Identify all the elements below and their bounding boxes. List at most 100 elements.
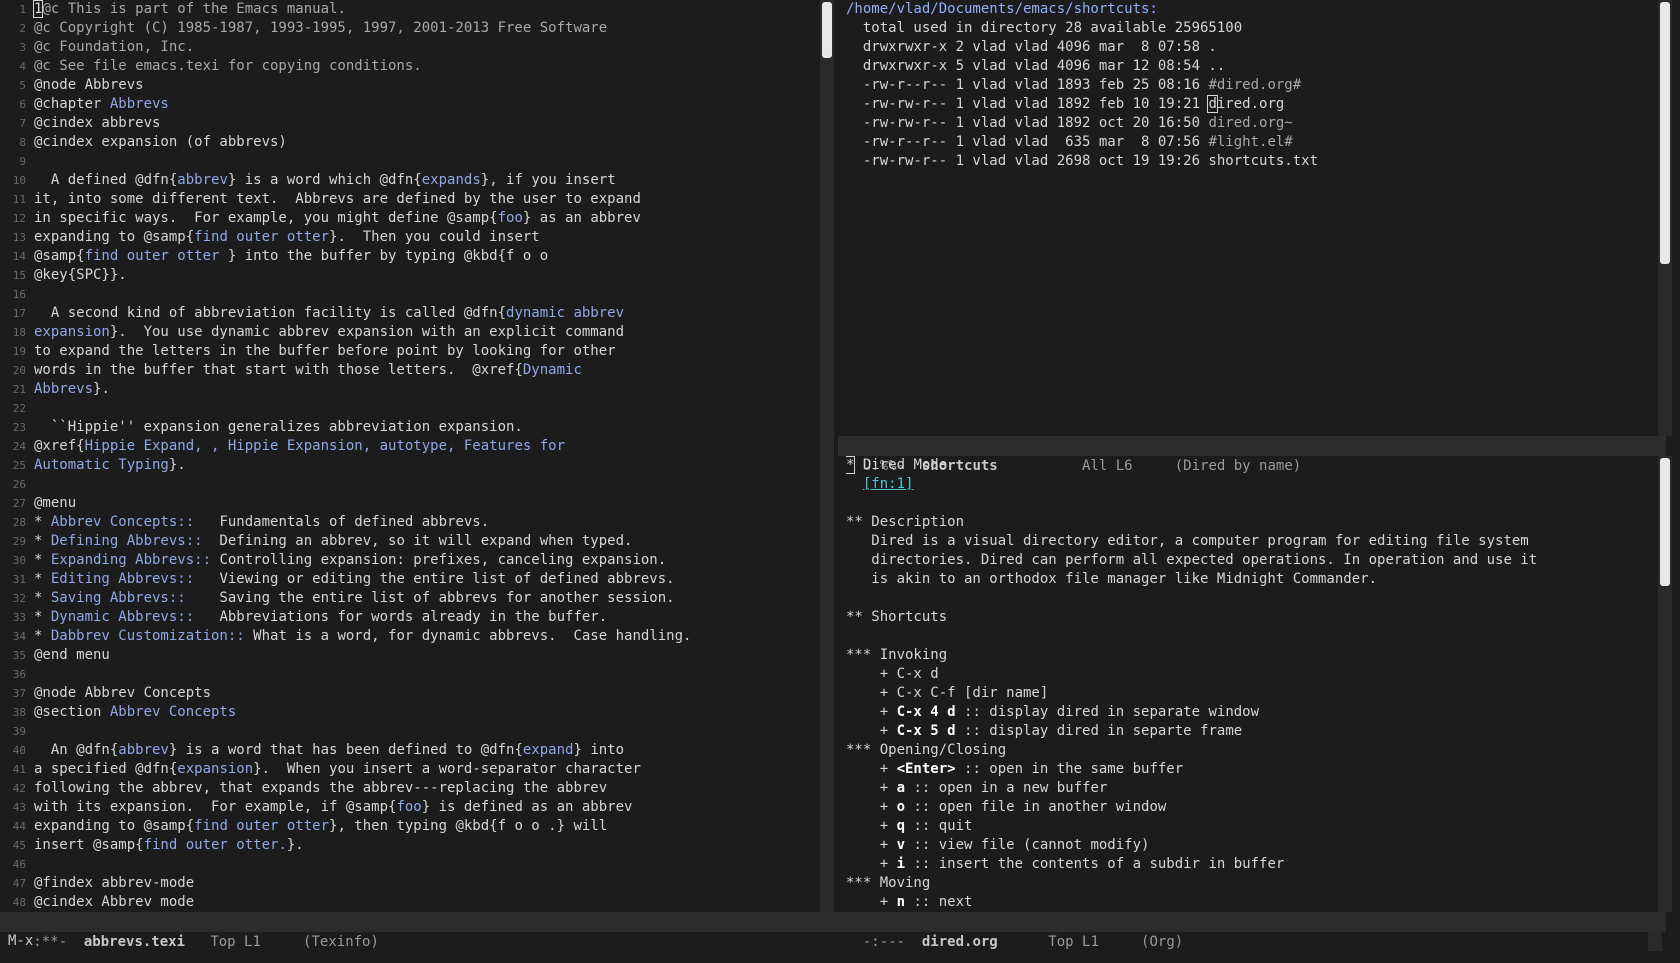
texinfo-line[interactable]: 31 * Editing Abbrevs:: Viewing or editing… — [0, 570, 810, 589]
dired-file-row[interactable]: -rw-r--r-- 1 vlad vlad 1893 feb 25 08:16… — [846, 76, 1646, 95]
texinfo-line[interactable]: 21 Abbrevs}. — [0, 380, 810, 399]
org-line[interactable]: + a :: open in a new buffer — [846, 779, 1646, 798]
texinfo-line[interactable]: 32 * Saving Abbrevs:: Saving the entire l… — [0, 589, 810, 608]
texinfo-line[interactable]: 36 — [0, 665, 810, 684]
org-line[interactable]: *** Opening/Closing — [846, 741, 1646, 760]
texinfo-line[interactable]: 12 in specific ways. For example, you mig… — [0, 209, 810, 228]
texinfo-line[interactable]: 41 a specified @dfn{expansion}. When you … — [0, 760, 810, 779]
texinfo-line[interactable]: 10 A defined @dfn{abbrev} is a word whic… — [0, 171, 810, 190]
left-scrollbar-thumb[interactable] — [822, 2, 832, 58]
dired-file-row[interactable]: -rw-rw-r-- 1 vlad vlad 2698 oct 19 19:26… — [846, 152, 1646, 171]
org-line[interactable]: + n :: next — [846, 893, 1646, 912]
texinfo-line[interactable]: 26 — [0, 475, 810, 494]
texinfo-line[interactable]: 35 @end menu — [0, 646, 810, 665]
org-line[interactable] — [846, 589, 1646, 608]
texinfo-line[interactable]: 2 @c Copyright (C) 1985-1987, 1993-1995, … — [0, 19, 810, 38]
texinfo-line[interactable]: 39 — [0, 722, 810, 741]
org-line[interactable]: + C-x 4 d :: display dired in separate w… — [846, 703, 1646, 722]
texinfo-line[interactable]: 29 * Defining Abbrevs:: Defining an abbre… — [0, 532, 810, 551]
dired-scrollbar-thumb[interactable] — [1660, 2, 1670, 264]
texinfo-line[interactable]: 27 @menu — [0, 494, 810, 513]
texinfo-line[interactable]: 6 @chapter Abbrevs — [0, 95, 810, 114]
org-line[interactable]: directories. Dired can perform all expec… — [846, 551, 1646, 570]
org-buffer-text[interactable]: * Dired Mode [fn:1] ** Description Dired … — [846, 456, 1646, 912]
text-segment: insert @samp{ — [34, 837, 144, 853]
texinfo-line[interactable]: 23 ``Hippie'' expansion generalizes abbr… — [0, 418, 810, 437]
texinfo-line[interactable]: 20 words in the buffer that start with th… — [0, 361, 810, 380]
text-segment: }. You use dynamic abbrev expansion with… — [109, 324, 625, 340]
org-line[interactable]: + i :: insert the contents of a subdir i… — [846, 855, 1646, 874]
texinfo-line[interactable]: 1 1@c This is part of the Emacs manual. — [0, 0, 810, 19]
org-line[interactable]: ** Shortcuts — [846, 608, 1646, 627]
texinfo-line[interactable]: 24 @xref{Hippie Expand, , Hippie Expansio… — [0, 437, 810, 456]
org-scrollbar[interactable] — [1658, 456, 1672, 912]
texinfo-editor-window[interactable]: 1 1 @c This is part of the Emacs manual. 2 @… — [0, 0, 810, 910]
texinfo-line[interactable]: 25 Automatic Typing}. — [0, 456, 810, 475]
texinfo-line[interactable]: 46 — [0, 855, 810, 874]
org-line[interactable]: Dired is a visual directory editor, a co… — [846, 532, 1646, 551]
org-line[interactable]: + C-x d — [846, 665, 1646, 684]
org-line[interactable]: + C-x 5 d :: display dired in separte fr… — [846, 722, 1646, 741]
texinfo-line[interactable]: 5 @node Abbrevs — [0, 76, 810, 95]
texinfo-line[interactable]: 8 @cindex expansion (of abbrevs) — [0, 133, 810, 152]
texinfo-line[interactable]: 14 @samp{find outer otter } into the buff… — [0, 247, 810, 266]
texinfo-line[interactable]: 22 — [0, 399, 810, 418]
texinfo-line[interactable]: 40 An @dfn{abbrev} is a word that has be… — [0, 741, 810, 760]
texinfo-line[interactable]: 43 with its expansion. For example, if @s… — [0, 798, 810, 817]
dired-file-row[interactable]: -rw-rw-r-- 1 vlad vlad 1892 oct 20 16:50… — [846, 114, 1646, 133]
org-line[interactable] — [846, 627, 1646, 646]
text-segment: What is a word, for dynamic abbrevs. Cas… — [244, 628, 692, 644]
org-line[interactable]: + o :: open file in another window — [846, 798, 1646, 817]
texinfo-line[interactable]: 47 @findex abbrev-mode — [0, 874, 810, 893]
org-line[interactable]: *** Moving — [846, 874, 1646, 893]
texinfo-line[interactable]: 13 expanding to @samp{find outer otter}. … — [0, 228, 810, 247]
text-segment[interactable]: [fn:1] — [863, 476, 914, 492]
texinfo-line[interactable]: 3 @c Foundation, Inc. — [0, 38, 810, 57]
org-line[interactable]: ** Description — [846, 513, 1646, 532]
line-number: 14 — [12, 250, 26, 263]
texinfo-line[interactable]: 44 expanding to @samp{find outer otter}, … — [0, 817, 810, 836]
dired-file-row[interactable]: drwxrwxr-x 5 vlad vlad 4096 mar 12 08:54… — [846, 57, 1646, 76]
minibuffer[interactable]: M-x — [0, 931, 1680, 963]
texinfo-line[interactable]: 42 following the abbrev, that expands the… — [0, 779, 810, 798]
texinfo-line[interactable]: 30 * Expanding Abbrevs:: Controlling expa… — [0, 551, 810, 570]
texinfo-line[interactable]: 38 @section Abbrev Concepts — [0, 703, 810, 722]
dired-buffer-text[interactable]: /home/vlad/Documents/emacs/shortcuts: to… — [846, 0, 1646, 171]
texinfo-line[interactable]: 45 insert @samp{find outer otter.}. — [0, 836, 810, 855]
texinfo-line[interactable]: 4 @c See file emacs.texi for copying cond… — [0, 57, 810, 76]
org-line[interactable]: * Dired Mode — [846, 456, 1646, 475]
texinfo-line[interactable]: 7 @cindex abbrevs — [0, 114, 810, 133]
texinfo-line[interactable]: 15 @key{SPC}}. — [0, 266, 810, 285]
dired-scrollbar[interactable] — [1658, 0, 1672, 436]
left-scrollbar[interactable] — [820, 0, 834, 912]
org-line[interactable]: *** Invoking — [846, 646, 1646, 665]
dired-window[interactable]: /home/vlad/Documents/emacs/shortcuts: to… — [846, 0, 1646, 436]
texinfo-line[interactable]: 34 * Dabbrev Customization:: What is a wo… — [0, 627, 810, 646]
dired-file-row[interactable]: -rw-rw-r-- 1 vlad vlad 1892 feb 10 19:21… — [846, 95, 1646, 114]
org-line[interactable]: [fn:1] — [846, 475, 1646, 494]
texinfo-line[interactable]: 16 — [0, 285, 810, 304]
texinfo-line[interactable]: 48 @cindex Abbrev mode — [0, 893, 810, 910]
texinfo-line[interactable]: 28 * Abbrev Concepts:: Fundamentals of de… — [0, 513, 810, 532]
org-window[interactable]: * Dired Mode [fn:1] ** Description Dired … — [846, 456, 1646, 912]
texinfo-line[interactable]: 18 expansion}. You use dynamic abbrev exp… — [0, 323, 810, 342]
org-line[interactable]: is akin to an orthodox file manager like… — [846, 570, 1646, 589]
texinfo-line[interactable]: 33 * Dynamic Abbrevs:: Abbreviations for … — [0, 608, 810, 627]
org-line[interactable]: + v :: view file (cannot modify) — [846, 836, 1646, 855]
dired-file-row[interactable]: total used in directory 28 available 259… — [846, 19, 1646, 38]
org-line[interactable] — [846, 494, 1646, 513]
dired-directory-header[interactable]: /home/vlad/Documents/emacs/shortcuts: — [846, 0, 1646, 19]
dired-file-row[interactable]: drwxrwxr-x 2 vlad vlad 4096 mar 8 07:58 … — [846, 38, 1646, 57]
texinfo-line[interactable]: 11 it, into some different text. Abbrevs … — [0, 190, 810, 209]
texinfo-buffer-text[interactable]: 1 1 @c This is part of the Emacs manual. 2 @… — [0, 0, 810, 910]
minibuffer-scrollbar[interactable] — [1648, 931, 1662, 951]
dired-file-row[interactable]: -rw-r--r-- 1 vlad vlad 635 mar 8 07:56 #… — [846, 133, 1646, 152]
org-line[interactable]: + C-x C-f [dir name] — [846, 684, 1646, 703]
texinfo-line[interactable]: 37 @node Abbrev Concepts — [0, 684, 810, 703]
org-line[interactable]: + <Enter> :: open in the same buffer — [846, 760, 1646, 779]
texinfo-line[interactable]: 17 A second kind of abbreviation facilit… — [0, 304, 810, 323]
org-scrollbar-thumb[interactable] — [1660, 458, 1670, 586]
texinfo-line[interactable]: 19 to expand the letters in the buffer be… — [0, 342, 810, 361]
org-line[interactable]: + q :: quit — [846, 817, 1646, 836]
texinfo-line[interactable]: 9 — [0, 152, 810, 171]
